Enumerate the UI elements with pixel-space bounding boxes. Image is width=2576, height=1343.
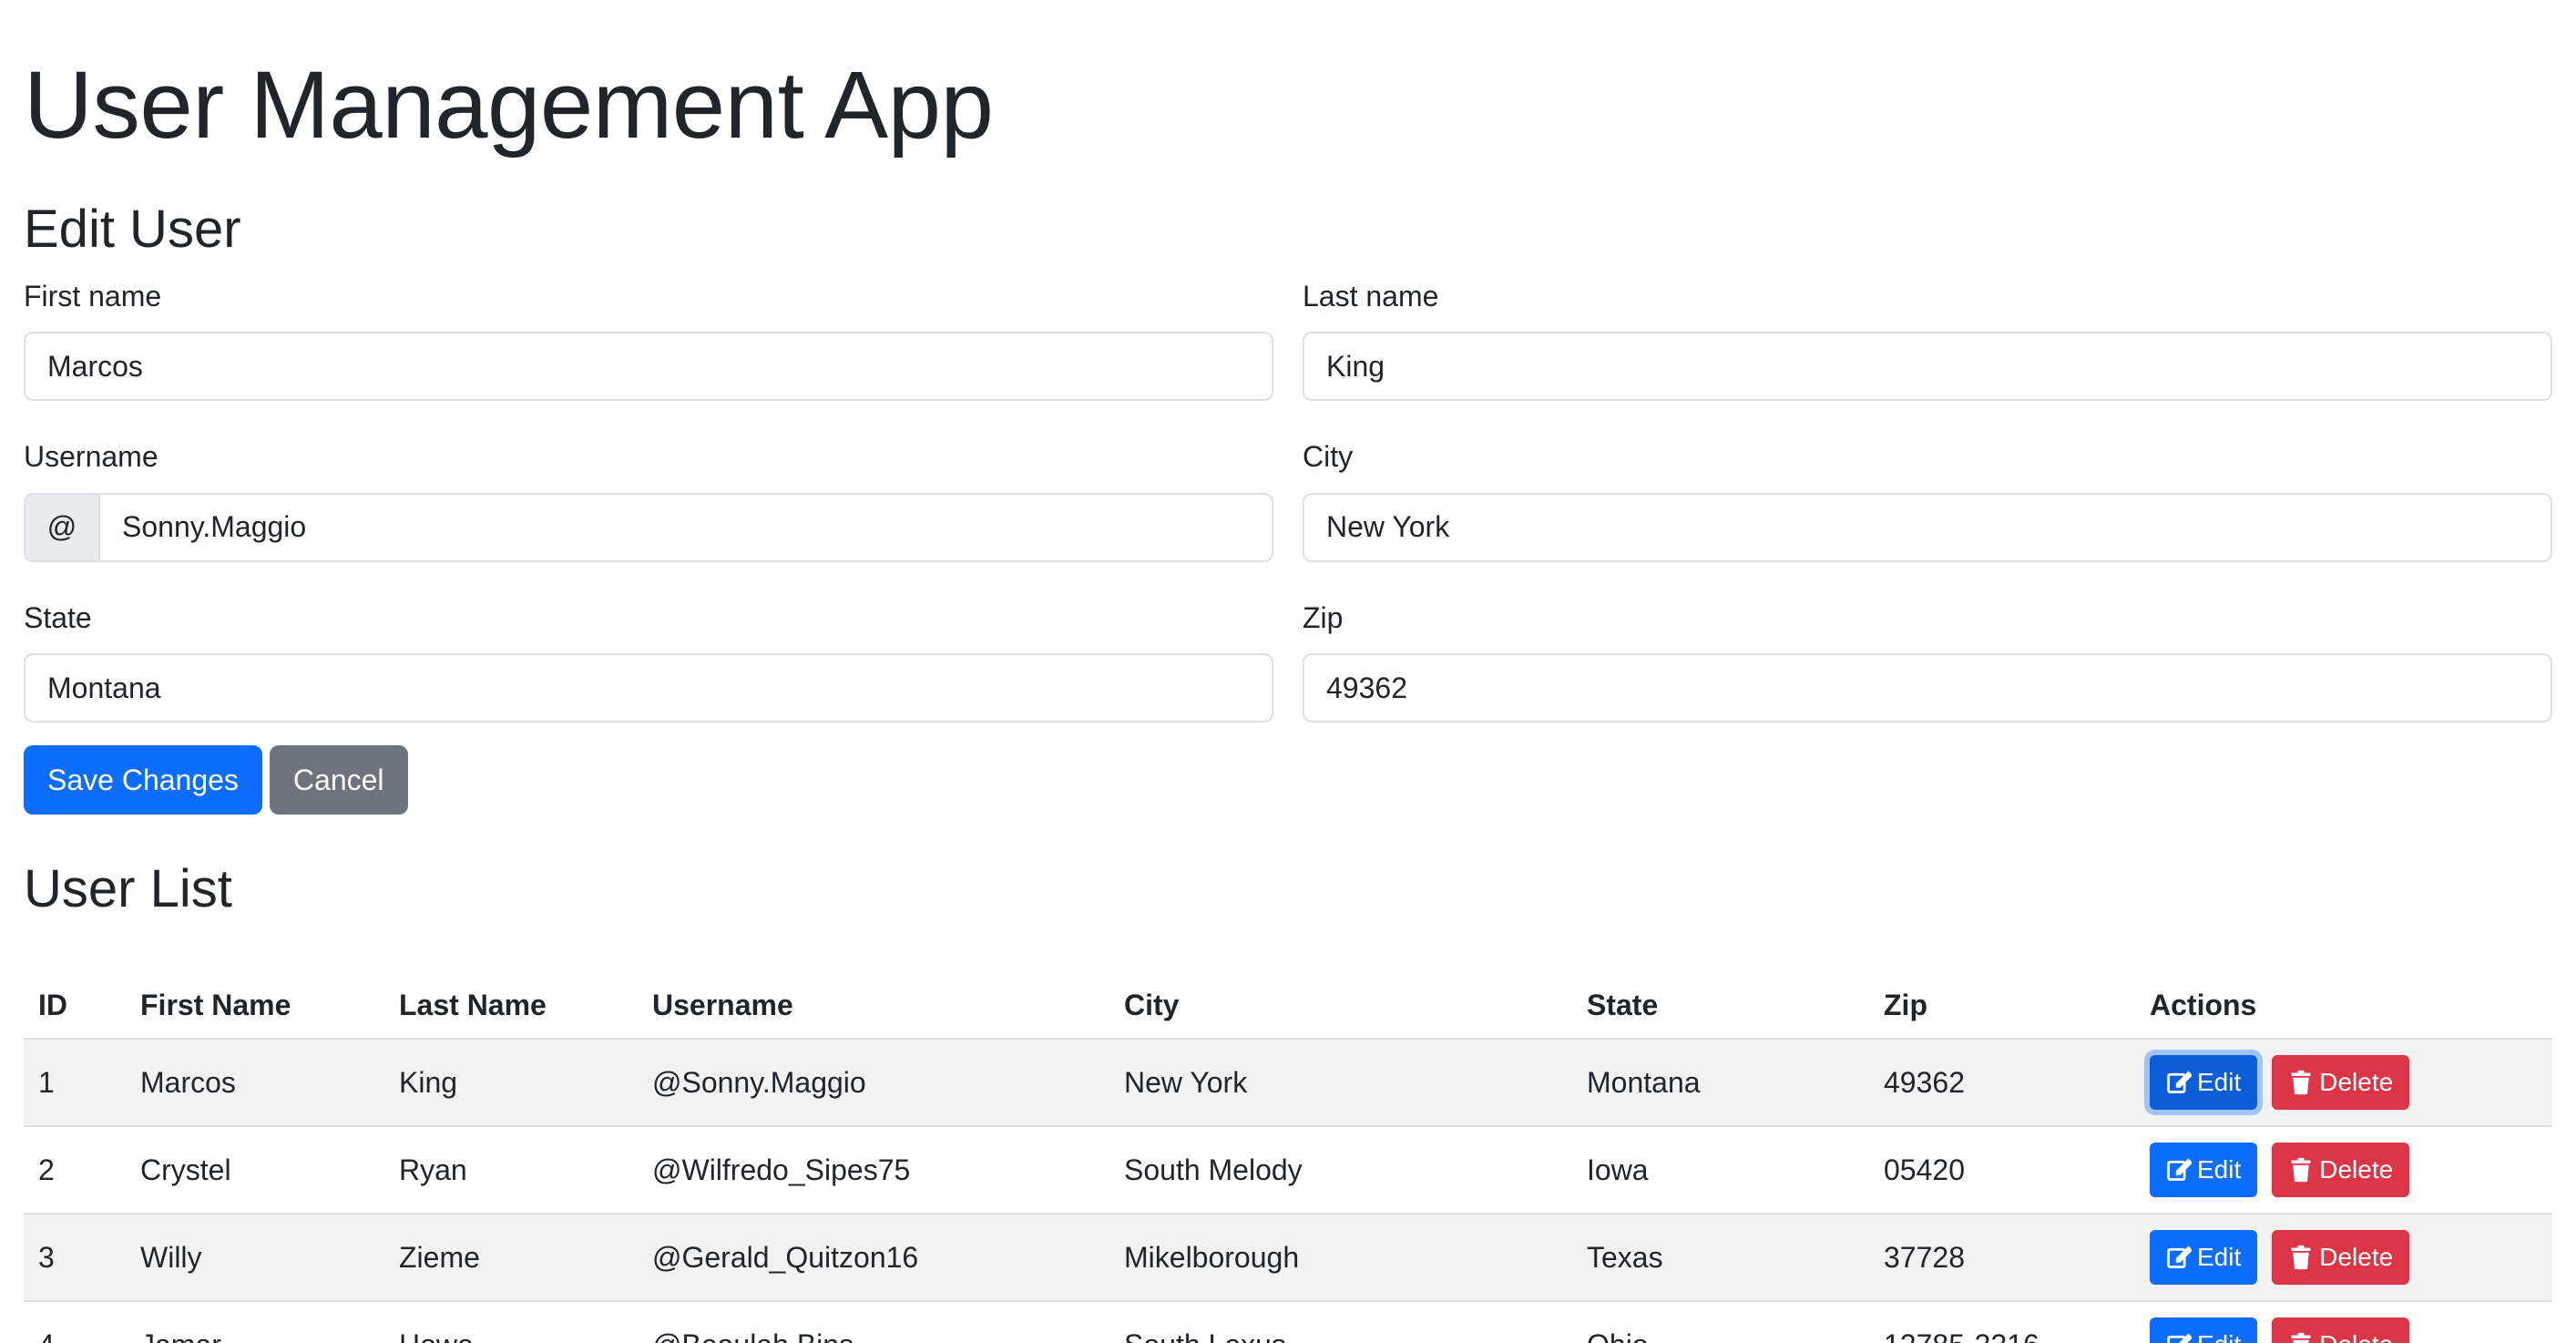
cell-zip: 37728 [1869, 1214, 2135, 1302]
delete-button[interactable]: Delete [2272, 1230, 2410, 1285]
column-header-username: Username [638, 973, 1109, 1040]
trash-icon [2291, 1070, 2311, 1095]
cell-state: Ohio [1572, 1301, 1869, 1343]
city-label: City [1303, 440, 1354, 474]
cell-username: @Sonny.Maggio [638, 1039, 1109, 1127]
city-field: City [1303, 439, 2552, 562]
first-name-label: First name [24, 280, 162, 313]
edit-icon [2167, 1158, 2192, 1181]
delete-button[interactable]: Delete [2272, 1143, 2410, 1197]
save-changes-button[interactable]: Save Changes [24, 745, 262, 815]
cell-first-name: Willy [126, 1214, 384, 1302]
cell-city: Mikelborough [1109, 1214, 1572, 1302]
cell-state: Iowa [1572, 1126, 1869, 1215]
page: User Management App Edit User First name… [0, 0, 2576, 1343]
cancel-button[interactable]: Cancel [269, 745, 408, 815]
username-field: Username @ [24, 439, 1273, 562]
username-input-group: @ [24, 492, 1273, 562]
cell-city: South Lexus [1109, 1301, 1572, 1343]
first-name-input[interactable] [24, 332, 1273, 402]
cell-actions: Edit Delete [2135, 1039, 2552, 1127]
table-row: 3 Willy Zieme @Gerald_Quitzon16 Mikelbor… [24, 1214, 2552, 1302]
cell-state: Montana [1572, 1039, 1869, 1127]
cell-zip: 12785-3316 [1869, 1301, 2135, 1343]
edit-button[interactable]: Edit [2150, 1055, 2258, 1110]
edit-label: Edit [2197, 1330, 2241, 1343]
table-row: 4 Jamar Howe @Beaulah.Bins South Lexus O… [24, 1301, 2552, 1343]
cell-last-name: Ryan [384, 1126, 638, 1215]
edit-icon [2167, 1246, 2192, 1268]
column-header-first-name: First Name [126, 973, 384, 1040]
zip-input[interactable] [1303, 653, 2552, 723]
zip-field: Zip [1303, 600, 2552, 723]
table-row: 2 Crystel Ryan @Wilfredo_Sipes75 South M… [24, 1126, 2552, 1215]
delete-label: Delete [2319, 1068, 2394, 1096]
cell-city: South Melody [1109, 1126, 1572, 1215]
city-input[interactable] [1303, 492, 2552, 562]
delete-button[interactable]: Delete [2272, 1317, 2410, 1343]
edit-icon [2167, 1333, 2192, 1343]
edit-user-form: First name Last name Username @ City Sta… [24, 279, 2552, 723]
cell-first-name: Jamar [126, 1301, 384, 1343]
edit-label: Edit [2197, 1243, 2242, 1271]
cell-city: New York [1109, 1039, 1572, 1127]
delete-label: Delete [2319, 1243, 2394, 1271]
cell-id: 3 [24, 1214, 126, 1302]
cell-last-name: Zieme [384, 1214, 638, 1302]
cell-zip: 49362 [1869, 1039, 2135, 1127]
trash-icon [2291, 1157, 2311, 1183]
cell-id: 2 [24, 1126, 126, 1215]
cell-actions: Edit Delete [2135, 1214, 2552, 1302]
username-prefix: @ [24, 492, 98, 562]
cell-state: Texas [1572, 1214, 1869, 1302]
column-header-last-name: Last Name [384, 973, 638, 1040]
delete-label: Delete [2319, 1155, 2394, 1184]
edit-button[interactable]: Edit [2150, 1143, 2258, 1197]
edit-user-heading: Edit User [24, 200, 241, 259]
last-name-field: Last name [1303, 279, 2552, 402]
state-field: State [24, 600, 1273, 723]
cell-actions: Edit Delete [2135, 1126, 2552, 1215]
form-buttons: Save Changes Cancel [24, 745, 408, 815]
trash-icon [2291, 1245, 2311, 1270]
column-header-zip: Zip [1869, 973, 2135, 1040]
column-header-city: City [1109, 973, 1572, 1040]
username-input[interactable] [98, 492, 1273, 562]
last-name-input[interactable] [1303, 332, 2552, 402]
trash-icon [2291, 1332, 2311, 1343]
cell-id: 4 [24, 1301, 126, 1343]
cell-last-name: King [384, 1039, 638, 1127]
username-label: Username [24, 440, 158, 474]
cell-last-name: Howe [384, 1301, 638, 1343]
column-header-state: State [1572, 973, 1869, 1040]
user-list-heading: User List [24, 859, 232, 918]
app-title: User Management App [24, 52, 994, 159]
edit-label: Edit [2197, 1068, 2242, 1096]
delete-label: Delete [2319, 1330, 2393, 1343]
state-label: State [24, 600, 92, 634]
column-header-actions: Actions [2135, 973, 2552, 1040]
cell-username: @Gerald_Quitzon16 [638, 1214, 1109, 1302]
user-table: ID First Name Last Name Username City St… [24, 973, 2552, 1343]
cell-username: @Wilfredo_Sipes75 [638, 1126, 1109, 1215]
zip-label: Zip [1303, 600, 1344, 634]
last-name-label: Last name [1303, 280, 1439, 313]
delete-button[interactable]: Delete [2272, 1055, 2410, 1110]
cell-actions: Edit Delete [2135, 1301, 2552, 1343]
first-name-field: First name [24, 279, 1273, 402]
state-input[interactable] [24, 653, 1273, 723]
table-row: 1 Marcos King @Sonny.Maggio New York Mon… [24, 1039, 2552, 1127]
cell-username: @Beaulah.Bins [638, 1301, 1109, 1343]
table-header-row: ID First Name Last Name Username City St… [24, 973, 2552, 1040]
cell-first-name: Marcos [126, 1039, 384, 1127]
edit-label: Edit [2197, 1155, 2242, 1184]
cell-zip: 05420 [1869, 1126, 2135, 1215]
edit-button[interactable]: Edit [2150, 1317, 2258, 1343]
cell-first-name: Crystel [126, 1126, 384, 1215]
edit-button[interactable]: Edit [2150, 1230, 2258, 1285]
edit-icon [2167, 1071, 2192, 1093]
cell-id: 1 [24, 1039, 126, 1127]
column-header-id: ID [24, 973, 126, 1040]
